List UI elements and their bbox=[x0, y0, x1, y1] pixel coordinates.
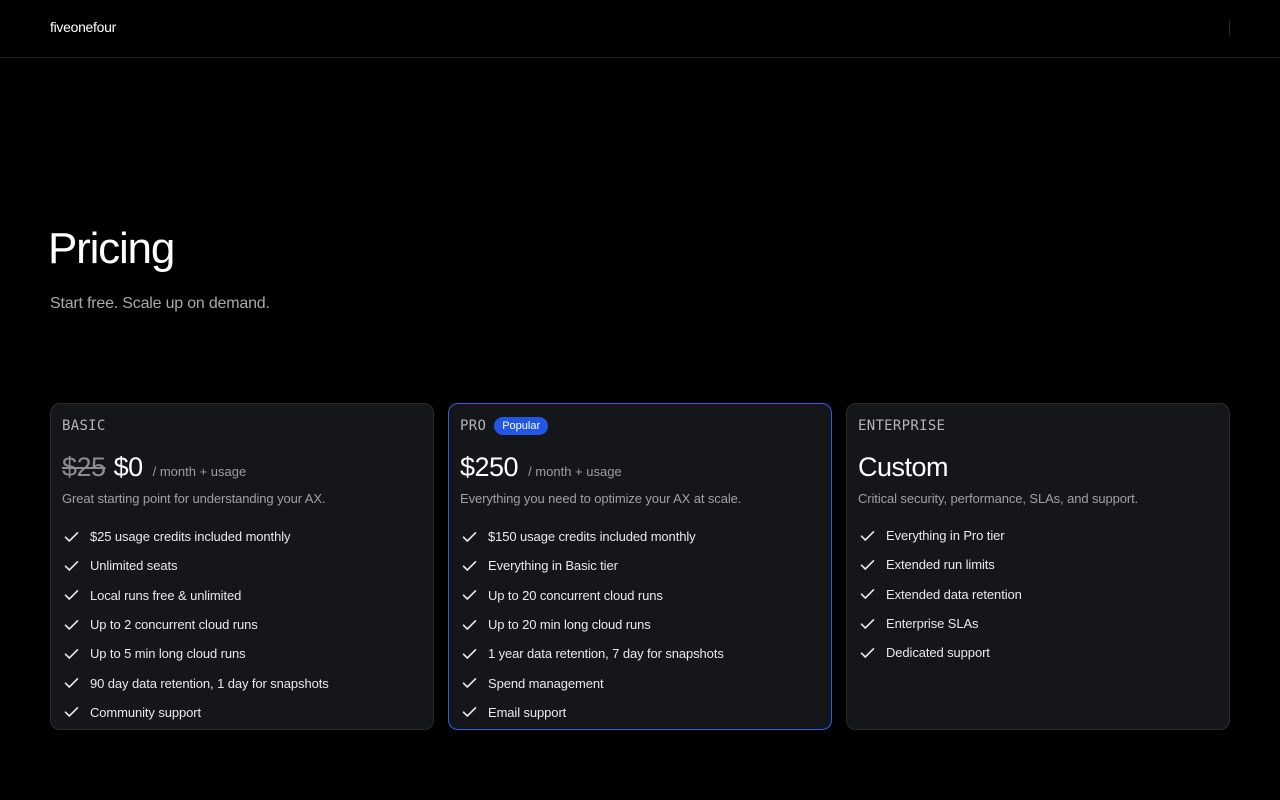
price-row: $25 $0 / month + usage bbox=[62, 452, 246, 483]
feature-item: Everything in Basic tier bbox=[460, 551, 724, 580]
check-icon bbox=[460, 586, 488, 604]
feature-text: Community support bbox=[90, 704, 202, 720]
plan-description: Everything you need to optimize your AX … bbox=[460, 491, 742, 506]
check-icon bbox=[460, 557, 488, 575]
check-icon bbox=[460, 528, 488, 546]
pricing-card-basic[interactable]: BASIC $25 $0 / month + usage Great start… bbox=[50, 403, 434, 730]
check-icon bbox=[62, 528, 90, 546]
feature-text: Enterprise SLAs bbox=[886, 616, 979, 632]
check-icon bbox=[460, 616, 488, 634]
feature-text: Up to 2 concurrent cloud runs bbox=[90, 617, 258, 633]
feature-item: Up to 20 concurrent cloud runs bbox=[460, 581, 724, 610]
brand-logo[interactable]: fiveonefour bbox=[50, 19, 116, 35]
feature-text: Unlimited seats bbox=[90, 558, 178, 574]
feature-text: Up to 20 concurrent cloud runs bbox=[488, 587, 663, 603]
feature-item: 90 day data retention, 1 day for snapsho… bbox=[62, 668, 329, 697]
feature-list: $150 usage credits included monthly Every… bbox=[460, 522, 724, 727]
feature-item: Local runs free & unlimited bbox=[62, 581, 329, 610]
feature-item: Spend management bbox=[460, 668, 724, 697]
check-icon bbox=[858, 644, 886, 662]
feature-text: Everything in Pro tier bbox=[886, 528, 1005, 544]
feature-item: Extended data retention bbox=[858, 580, 1022, 609]
feature-text: Spend management bbox=[488, 675, 604, 691]
feature-item: Up to 2 concurrent cloud runs bbox=[62, 610, 329, 639]
feature-text: Local runs free & unlimited bbox=[90, 587, 242, 603]
check-icon bbox=[460, 703, 488, 721]
feature-item: Up to 5 min long cloud runs bbox=[62, 639, 329, 668]
pricing-card-enterprise[interactable]: ENTERPRISE Custom Critical security, per… bbox=[846, 403, 1230, 730]
price-unit: / month + usage bbox=[152, 464, 247, 479]
price: $250 bbox=[460, 452, 519, 482]
feature-item: $25 usage credits included monthly bbox=[62, 522, 329, 551]
feature-text: Email support bbox=[488, 704, 567, 720]
page-title: Pricing bbox=[48, 224, 175, 273]
price: $0 bbox=[113, 452, 144, 482]
tier-header: BASIC bbox=[62, 416, 106, 436]
feature-list: Everything in Pro tier Extended run limit… bbox=[858, 521, 1022, 667]
feature-text: Everything in Basic tier bbox=[488, 558, 618, 574]
feature-item: Up to 20 min long cloud runs bbox=[460, 610, 724, 639]
feature-item: Enterprise SLAs bbox=[858, 609, 1022, 638]
tier-header: ENTERPRISE bbox=[858, 416, 945, 436]
check-icon bbox=[62, 586, 90, 604]
check-icon bbox=[858, 556, 886, 574]
feature-text: Extended run limits bbox=[886, 557, 995, 573]
feature-text: $25 usage credits included monthly bbox=[90, 529, 291, 545]
feature-item: Community support bbox=[62, 698, 329, 727]
feature-item: $150 usage credits included monthly bbox=[460, 522, 724, 551]
feature-list: $25 usage credits included monthly Unlimi… bbox=[62, 522, 329, 727]
price-unit: / month + usage bbox=[528, 464, 622, 479]
feature-text: Up to 5 min long cloud runs bbox=[90, 646, 246, 662]
check-icon bbox=[460, 674, 488, 692]
price-row: Custom bbox=[858, 452, 949, 483]
check-icon bbox=[62, 645, 90, 663]
tier-header: PRO Popular bbox=[460, 416, 549, 436]
feature-text: Dedicated support bbox=[886, 645, 990, 661]
price: Custom bbox=[858, 452, 949, 482]
check-icon bbox=[858, 615, 886, 633]
check-icon bbox=[62, 616, 90, 634]
page-subtitle: Start free. Scale up on demand. bbox=[50, 295, 270, 312]
original-price: $25 bbox=[62, 452, 106, 482]
feature-text: 1 year data retention, 7 day for snapsho… bbox=[488, 646, 724, 662]
check-icon bbox=[62, 703, 90, 721]
feature-text: Up to 20 min long cloud runs bbox=[488, 617, 651, 633]
feature-text: 90 day data retention, 1 day for snapsho… bbox=[90, 675, 329, 691]
popular-badge: Popular bbox=[494, 417, 549, 435]
feature-item: 1 year data retention, 7 day for snapsho… bbox=[460, 639, 724, 668]
feature-item: Everything in Pro tier bbox=[858, 521, 1022, 550]
check-icon bbox=[460, 645, 488, 663]
check-icon bbox=[62, 674, 90, 692]
plan-description: Critical security, performance, SLAs, an… bbox=[858, 491, 1139, 506]
tier-name: ENTERPRISE bbox=[858, 418, 946, 434]
feature-item: Unlimited seats bbox=[62, 551, 329, 580]
plan-description: Great starting point for understanding y… bbox=[62, 491, 326, 506]
check-icon bbox=[62, 557, 90, 575]
check-icon bbox=[858, 527, 886, 545]
feature-item: Dedicated support bbox=[858, 638, 1022, 667]
tier-name: BASIC bbox=[62, 418, 106, 434]
price-row: $250 / month + usage bbox=[460, 452, 622, 483]
feature-item: Email support bbox=[460, 698, 724, 727]
feature-item: Extended run limits bbox=[858, 550, 1022, 579]
tier-name: PRO bbox=[460, 418, 487, 434]
feature-text: $150 usage credits included monthly bbox=[488, 529, 696, 545]
pricing-card-pro[interactable]: PRO Popular $250 / month + usage Everyth… bbox=[448, 403, 832, 730]
check-icon bbox=[858, 585, 886, 603]
feature-text: Extended data retention bbox=[886, 586, 1022, 602]
top-navigation-bar: fiveonefour bbox=[0, 0, 1280, 58]
nav-divider bbox=[1229, 20, 1230, 36]
